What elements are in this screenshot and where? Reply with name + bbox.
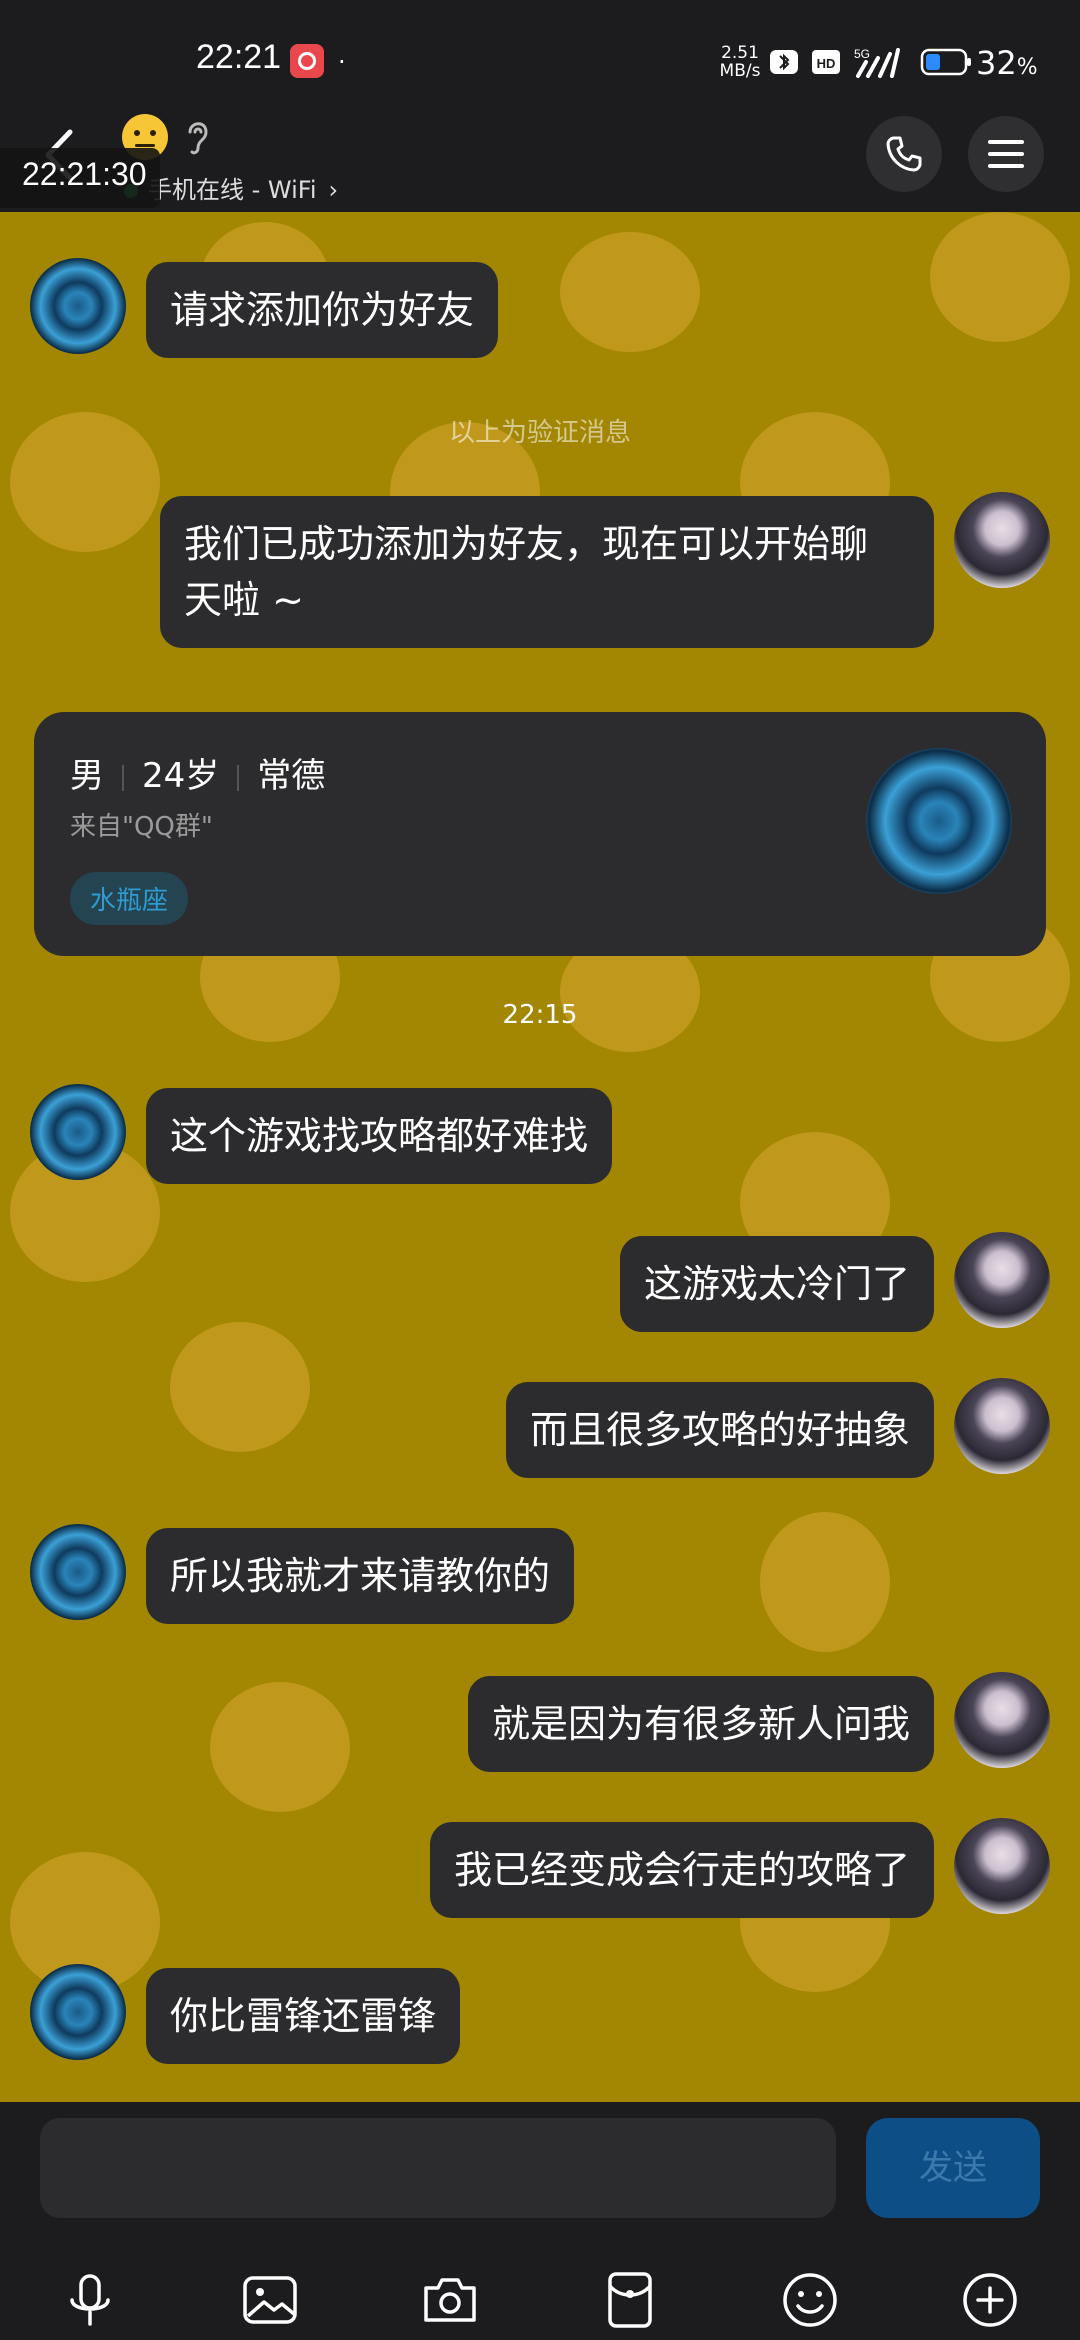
red-packet-icon[interactable] bbox=[600, 2270, 660, 2330]
app-notification-icon bbox=[290, 44, 324, 78]
message-bubble[interactable]: 我已经变成会行走的攻略了 bbox=[429, 1822, 934, 1918]
divider bbox=[237, 764, 240, 791]
net-speed: 2.51 MB/s bbox=[719, 43, 761, 81]
ear-icon[interactable] bbox=[182, 116, 212, 156]
svg-text:5G: 5G bbox=[854, 47, 870, 61]
wallpaper-sticker bbox=[560, 232, 700, 352]
profile-age: 24岁 bbox=[142, 756, 220, 796]
profile-info: 男 24岁 常德 bbox=[70, 748, 325, 797]
svg-text:HD: HD bbox=[817, 56, 836, 71]
signal-5g-icon: 5G bbox=[854, 47, 900, 78]
timestamp-overlay: 22:21:30 bbox=[0, 148, 160, 208]
message-input[interactable] bbox=[40, 2118, 836, 2218]
profile-gender: 男 bbox=[70, 756, 104, 796]
battery-icon bbox=[920, 48, 971, 76]
my-avatar[interactable] bbox=[954, 1232, 1050, 1328]
send-button[interactable]: 发送 bbox=[866, 2118, 1040, 2218]
microphone-icon[interactable] bbox=[60, 2270, 120, 2330]
chat-area[interactable]: 请求添加你为好友 以上为验证消息 我们已成功添加为好友，现在可以开始聊 天啦 ~… bbox=[0, 212, 1080, 2102]
profile-card[interactable]: 男 24岁 常德 来自"QQ群" 水瓶座 bbox=[34, 712, 1046, 956]
message-bubble[interactable]: 就是因为有很多新人问我 bbox=[467, 1676, 934, 1772]
status-dot: · bbox=[338, 48, 346, 76]
wallpaper-sticker bbox=[760, 1512, 890, 1652]
message-bubble[interactable]: 这游戏太冷门了 bbox=[619, 1236, 934, 1332]
hamburger-menu-icon bbox=[988, 140, 1024, 168]
my-avatar[interactable] bbox=[954, 1672, 1050, 1768]
plus-icon[interactable] bbox=[960, 2270, 1020, 2330]
profile-location: 常德 bbox=[257, 756, 326, 796]
my-avatar[interactable] bbox=[954, 492, 1050, 588]
my-avatar[interactable] bbox=[954, 1818, 1050, 1914]
message-bubble[interactable]: 你比雷锋还雷锋 bbox=[146, 1968, 461, 2064]
message-timestamp: 22:15 bbox=[502, 1000, 578, 1030]
wallpaper-sticker bbox=[170, 1322, 310, 1452]
contact-avatar[interactable] bbox=[30, 1964, 126, 2060]
status-bar: 22:21 · 2.51 MB/s HD 5G 32% bbox=[0, 0, 1080, 120]
input-bar: 发送 bbox=[0, 2102, 1080, 2340]
message-bubble[interactable]: 所以我就才来请教你的 bbox=[146, 1528, 575, 1624]
divider bbox=[122, 764, 124, 791]
emoji-icon[interactable] bbox=[780, 2270, 840, 2330]
zodiac-tag: 水瓶座 bbox=[70, 872, 189, 925]
menu-button[interactable] bbox=[968, 116, 1044, 192]
contact-avatar[interactable] bbox=[30, 1084, 126, 1180]
wallpaper-sticker bbox=[930, 212, 1070, 342]
image-icon[interactable] bbox=[240, 2270, 300, 2330]
message-bubble[interactable]: 我们已成功添加为好友，现在可以开始聊 天啦 ~ bbox=[160, 496, 934, 648]
contact-avatar[interactable] bbox=[30, 258, 126, 354]
wallpaper-sticker bbox=[210, 1682, 350, 1812]
chat-header: 22:21:30 手机在线 - WiFi › bbox=[0, 110, 1080, 212]
message-bubble[interactable]: 请求添加你为好友 bbox=[146, 262, 499, 358]
profile-card-avatar[interactable] bbox=[866, 748, 1012, 894]
status-time: 22:21 bbox=[196, 38, 282, 76]
hd-icon: HD bbox=[812, 50, 840, 74]
battery-percent: 32% bbox=[976, 44, 1038, 82]
message-bubble[interactable]: 而且很多攻略的好抽象 bbox=[505, 1382, 934, 1478]
bluetooth-icon bbox=[770, 50, 798, 74]
chevron-right-icon: › bbox=[328, 176, 339, 204]
call-button[interactable] bbox=[866, 116, 942, 192]
message-bubble[interactable]: 这个游戏找攻略都好难找 bbox=[146, 1088, 613, 1184]
contact-avatar[interactable] bbox=[30, 1524, 126, 1620]
system-message: 以上为验证消息 bbox=[448, 418, 631, 448]
camera-icon[interactable] bbox=[420, 2270, 480, 2330]
phone-icon bbox=[886, 136, 922, 172]
my-avatar[interactable] bbox=[954, 1378, 1050, 1474]
profile-source: 来自"QQ群" bbox=[70, 812, 213, 842]
top-bar: 22:21 · 2.51 MB/s HD 5G 32% 22:21:30 手机在… bbox=[0, 0, 1080, 212]
